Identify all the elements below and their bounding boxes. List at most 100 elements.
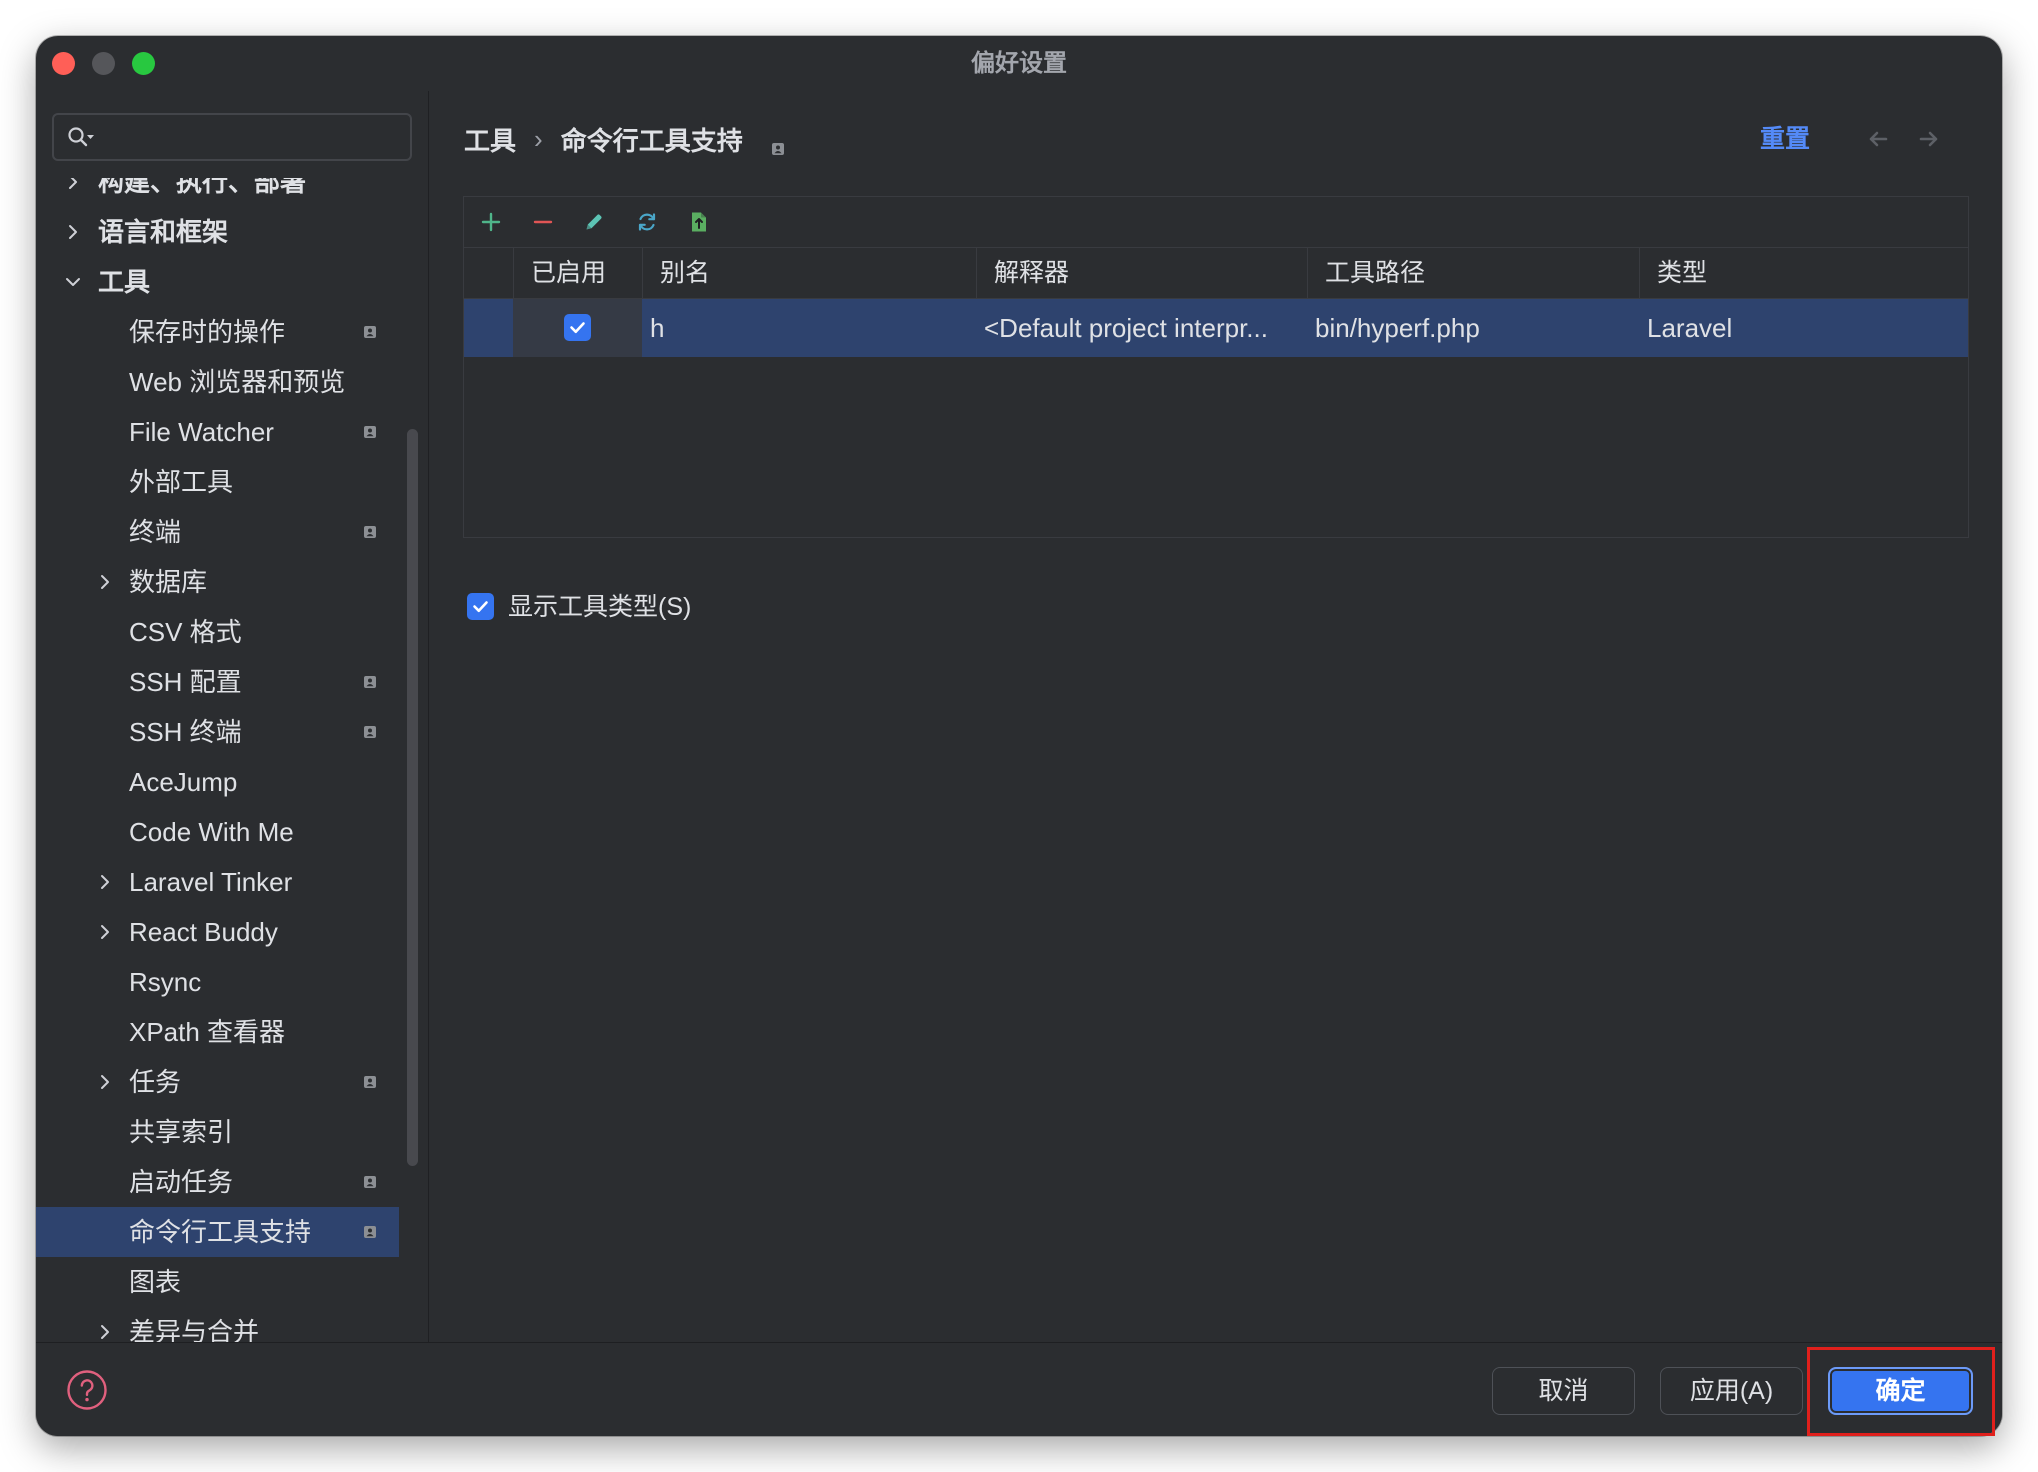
settings-search-field[interactable] (52, 113, 412, 161)
back-arrow-icon[interactable] (1865, 126, 1891, 152)
import-icon[interactable] (687, 210, 711, 234)
project-level-icon (363, 725, 377, 739)
cancel-button[interactable]: 取消 (1492, 1367, 1635, 1415)
chevron-right-icon[interactable] (96, 873, 114, 891)
sidebar-item[interactable]: 命令行工具支持 (36, 1207, 399, 1257)
show-tool-type-checkbox[interactable] (467, 593, 494, 620)
project-level-icon (363, 675, 377, 689)
table-row[interactable]: h <Default project interpr... bin/hyperf… (464, 299, 1968, 357)
close-window-button[interactable] (52, 52, 75, 75)
project-level-icon (771, 132, 785, 155)
sidebar-item[interactable]: 外部工具 (36, 457, 399, 507)
sidebar-item[interactable]: AceJump (36, 757, 399, 807)
sidebar-item-label: CSV 格式 (129, 617, 242, 647)
settings-content: 工具 › 命令行工具支持 重置 已启用 别名 解释器 工具路径 类型 h <De… (429, 91, 2002, 1342)
sidebar-item-label: 共享索引 (129, 1117, 234, 1147)
breadcrumb-parent[interactable]: 工具 (464, 121, 516, 158)
enabled-checkbox[interactable] (564, 314, 591, 341)
remove-icon[interactable] (531, 210, 555, 234)
project-level-icon (363, 1225, 377, 1239)
sidebar-item[interactable]: 终端 (36, 507, 399, 557)
highlight-annotation (1807, 1347, 1995, 1436)
sidebar-item-label: React Buddy (129, 917, 278, 947)
forward-arrow-icon[interactable] (1916, 126, 1942, 152)
sidebar-item-label: Code With Me (129, 817, 294, 847)
type-cell[interactable]: Laravel (1639, 299, 1968, 357)
sidebar-item[interactable]: SSH 配置 (36, 657, 399, 707)
sidebar-item-label: 任务 (129, 1067, 182, 1097)
sidebar-item-label: 数据库 (129, 567, 208, 597)
table-toolbar (464, 197, 1968, 248)
edit-icon[interactable] (582, 210, 606, 234)
sidebar-item[interactable]: Code With Me (36, 807, 399, 857)
sidebar-item[interactable]: XPath 查看器 (36, 1007, 399, 1057)
sidebar-item-label: AceJump (129, 767, 238, 797)
show-tool-type-option[interactable]: 显示工具类型(S) (467, 587, 867, 627)
header-cell-tool-path[interactable]: 工具路径 (1307, 248, 1639, 298)
sidebar-item[interactable]: 共享索引 (36, 1107, 399, 1157)
enabled-cell (513, 299, 642, 357)
sidebar-item[interactable]: 工具 (36, 257, 399, 307)
sidebar-item[interactable]: 启动任务 (36, 1157, 399, 1207)
breadcrumb-separator: › (534, 123, 543, 154)
alias-cell[interactable]: h (642, 299, 976, 357)
sidebar-item[interactable]: SSH 终端 (36, 707, 399, 757)
sidebar-scrollbar[interactable] (407, 429, 418, 1166)
interpreter-cell[interactable]: <Default project interpr... (976, 299, 1307, 357)
sidebar-item[interactable]: 图表 (36, 1257, 399, 1307)
sidebar-item[interactable]: Laravel Tinker (36, 857, 399, 907)
chevron-right-icon[interactable] (96, 1073, 114, 1091)
chevron-right-icon[interactable] (96, 923, 114, 941)
breadcrumb: 工具 › 命令行工具支持 (464, 121, 785, 157)
apply-button[interactable]: 应用(A) (1660, 1367, 1803, 1415)
header-cell-type[interactable]: 类型 (1639, 248, 1968, 298)
project-level-icon (363, 525, 377, 539)
refresh-icon[interactable] (635, 210, 659, 234)
sidebar-item[interactable]: File Watcher (36, 407, 399, 457)
sidebar-item[interactable]: Rsync (36, 957, 399, 1007)
sidebar-item[interactable]: 语言和框架 (36, 207, 399, 257)
sidebar-item[interactable]: 差异与合并 (36, 1307, 399, 1342)
breadcrumb-current: 命令行工具支持 (560, 125, 743, 156)
sidebar-item-label: 外部工具 (129, 467, 234, 497)
sidebar-item[interactable]: 构建、执行、部署 (36, 178, 399, 207)
project-level-icon (363, 425, 377, 439)
search-input[interactable] (106, 115, 402, 159)
sidebar-item-label: 启动任务 (129, 1167, 234, 1197)
command-line-tools-table: 已启用 别名 解释器 工具路径 类型 h <Default project in… (463, 196, 1969, 538)
search-icon[interactable] (66, 125, 98, 149)
header-cell-alias[interactable]: 别名 (642, 248, 976, 298)
add-icon[interactable] (479, 210, 503, 234)
sidebar-item-label: 命令行工具支持 (129, 1217, 312, 1247)
header-cell-interpreter[interactable]: 解释器 (976, 248, 1307, 298)
chevron-right-icon[interactable] (64, 178, 82, 191)
sidebar-item-label: 语言和框架 (98, 217, 229, 247)
chevron-right-icon[interactable] (96, 573, 114, 591)
show-tool-type-label[interactable]: 显示工具类型(S) (508, 587, 691, 627)
sidebar-item-label: 保存时的操作 (129, 317, 286, 347)
header-cell-enabled[interactable]: 已启用 (513, 248, 642, 298)
sidebar-item[interactable]: Web 浏览器和预览 (36, 357, 399, 407)
zoom-window-button[interactable] (132, 52, 155, 75)
sidebar-item[interactable]: 保存时的操作 (36, 307, 399, 357)
reset-link[interactable]: 重置 (1760, 121, 1810, 157)
header-cell-gutter (464, 248, 513, 298)
sidebar-item[interactable]: CSV 格式 (36, 607, 399, 657)
sidebar-item[interactable]: React Buddy (36, 907, 399, 957)
settings-tree-list: 构建、执行、部署语言和框架工具保存时的操作 Web 浏览器和预览 File Watc… (36, 178, 428, 1342)
sidebar-item-label: SSH 终端 (129, 717, 242, 747)
sidebar-item-label: File Watcher (129, 417, 274, 447)
chevron-down-icon[interactable] (64, 273, 82, 291)
dialog-footer: 取消 应用(A) 确定 (36, 1342, 2002, 1436)
minimize-window-button[interactable] (92, 52, 115, 75)
sidebar-item[interactable]: 任务 (36, 1057, 399, 1107)
project-level-icon (363, 325, 377, 339)
chevron-right-icon[interactable] (64, 223, 82, 241)
help-icon[interactable] (65, 1368, 109, 1412)
preferences-dialog: 偏好设置 构建、执行、部署 语言和框架 工具 保存时的操作 Web 浏览器和预览 File… (36, 36, 2002, 1436)
sidebar-item-label: Rsync (129, 967, 202, 997)
project-level-icon (363, 1175, 377, 1189)
chevron-right-icon[interactable] (96, 1323, 114, 1341)
sidebar-item[interactable]: 数据库 (36, 557, 399, 607)
tool-path-cell[interactable]: bin/hyperf.php (1307, 299, 1639, 357)
